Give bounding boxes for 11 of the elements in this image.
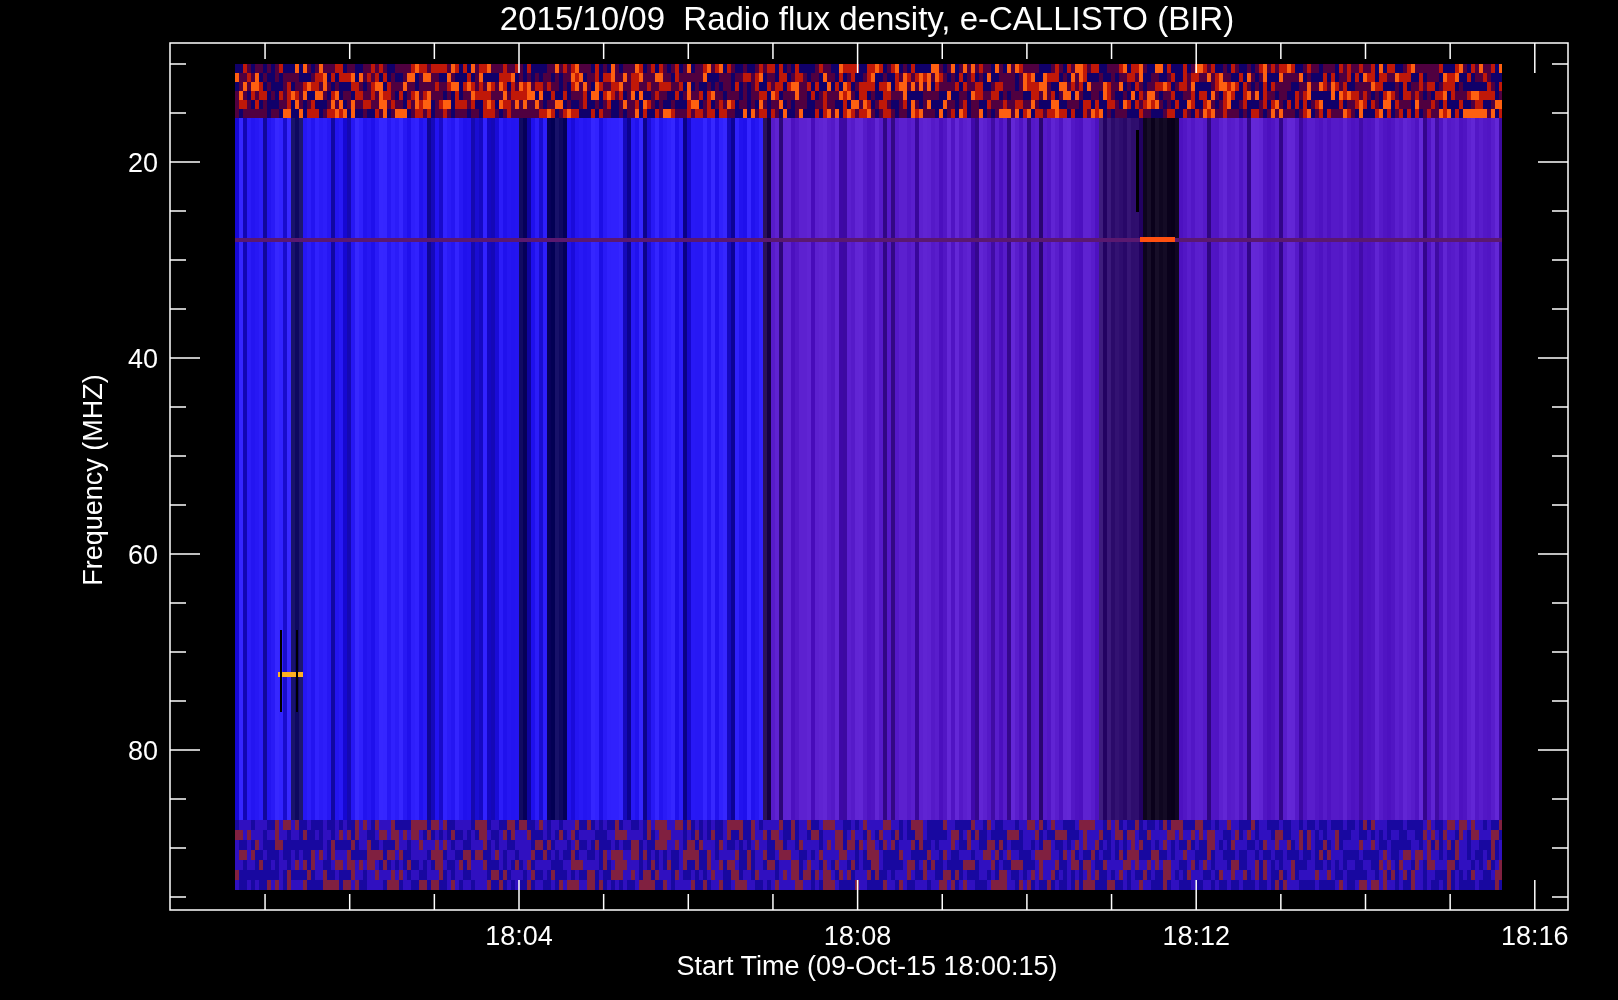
- y-axis-label: Frequency (MHZ): [78, 374, 108, 586]
- x-tick-label: 18:16: [1501, 921, 1569, 951]
- x-axis-label: Start Time (09-Oct-15 18:00:15): [676, 951, 1058, 981]
- y-tick-label: 20: [127, 148, 158, 178]
- chart-title: 2015/10/09 Radio flux density, e-CALLISTO (BIR): [499, 0, 1235, 37]
- x-tick-label: 18:08: [823, 921, 892, 951]
- y-tick-label: 80: [127, 736, 158, 766]
- y-tick-label: 60: [127, 540, 158, 570]
- x-tick-label: 18:04: [485, 921, 553, 951]
- x-tick-label: 18:12: [1162, 921, 1230, 951]
- y-tick-label: 40: [127, 344, 158, 374]
